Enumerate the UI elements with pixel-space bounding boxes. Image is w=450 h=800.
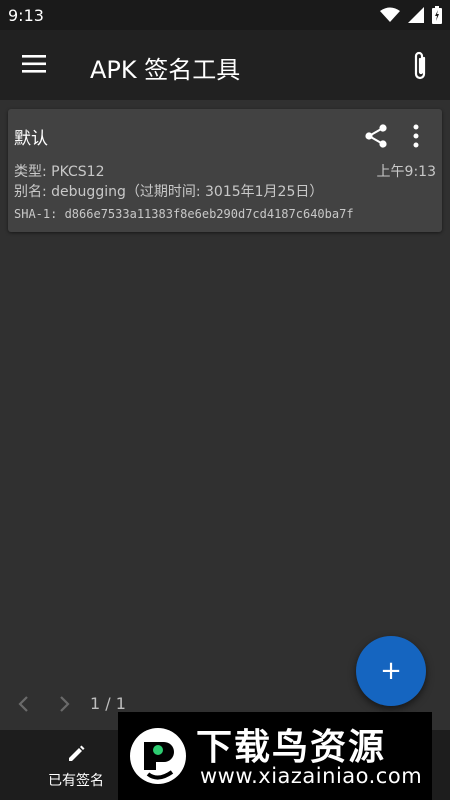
tab-label: 已有签名 [48, 773, 104, 789]
keystore-card[interactable]: 默认 类型: PKCS12 上午9:13 别名: debugging（过期时间:… [8, 109, 442, 232]
wifi-icon [380, 7, 400, 22]
menu-icon[interactable] [22, 52, 48, 76]
more-options-icon[interactable] [410, 123, 422, 149]
add-icon: + [380, 656, 402, 686]
attachment-icon[interactable] [408, 50, 432, 82]
app-title: APK 签名工具 [90, 56, 241, 84]
chevron-left-icon[interactable] [14, 692, 34, 716]
share-icon[interactable] [363, 123, 389, 149]
status-icons [380, 6, 442, 24]
keystore-type: 类型: PKCS12 [14, 164, 105, 180]
battery-icon [432, 6, 442, 24]
add-keystore-button[interactable]: + [356, 636, 426, 706]
bird-logo-icon [130, 728, 186, 784]
tab-existing-signatures[interactable]: 已有签名 [36, 740, 116, 794]
card-title: 默认 [14, 129, 48, 149]
status-time: 9:13 [8, 6, 44, 25]
page-count: 1 / 1 [90, 694, 126, 713]
keystore-time: 上午9:13 [376, 164, 436, 180]
watermark-banner: 下载鸟资源 www.xiazainiao.com [118, 712, 432, 800]
keystore-alias: 别名: debugging（过期时间: 3015年1月25日） [14, 184, 324, 200]
watermark-url: www.xiazainiao.com [200, 764, 423, 788]
chevron-right-icon[interactable] [54, 692, 74, 716]
pencil-icon [69, 745, 85, 761]
status-bar: 9:13 [0, 0, 450, 30]
keystore-sha1: SHA-1: d866e7533a11383f8e6eb290d7cd4187c… [14, 207, 354, 221]
signal-icon [408, 7, 424, 23]
watermark-title: 下载鸟资源 [196, 727, 387, 768]
app-bar: APK 签名工具 [0, 30, 450, 100]
